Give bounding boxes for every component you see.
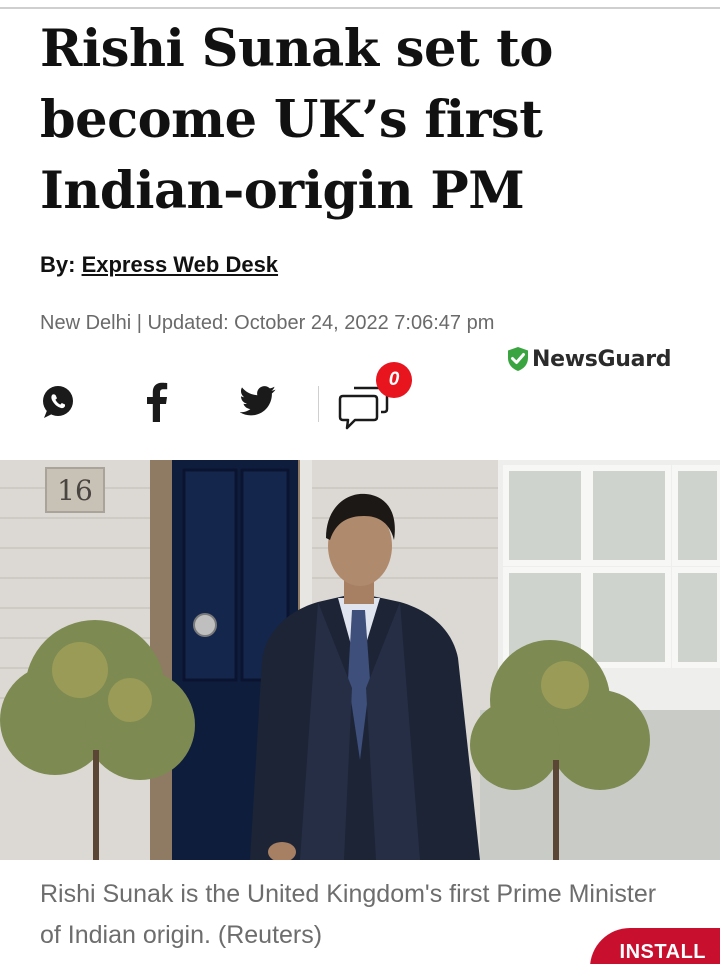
twitter-icon[interactable]	[240, 386, 276, 416]
article-headline: Rishi Sunak set to become UK’s first Ind…	[40, 19, 553, 221]
article-page: Rishi Sunak set to become UK’s first Ind…	[0, 0, 720, 964]
whatsapp-icon[interactable]	[40, 384, 76, 420]
byline-prefix: By:	[40, 252, 82, 277]
newsguard-badge[interactable]: NewsGuard	[507, 346, 672, 372]
shield-check-icon	[508, 347, 528, 371]
share-bar	[0, 370, 720, 434]
author-link[interactable]: Express Web Desk	[82, 252, 278, 277]
share-divider	[318, 386, 319, 422]
top-divider	[0, 7, 720, 9]
install-button[interactable]: INSTALL	[590, 928, 720, 964]
hero-photo: 16	[0, 460, 720, 860]
newsguard-label: NewsGuard	[532, 346, 672, 372]
byline: By: Express Web Desk	[40, 252, 278, 278]
dateline: New Delhi | Updated: October 24, 2022 7:…	[40, 312, 495, 334]
hero-photo-illustration: 16	[0, 460, 720, 860]
facebook-icon[interactable]	[146, 382, 168, 422]
photo-caption: Rishi Sunak is the United Kingdom's firs…	[40, 880, 657, 949]
house-number: 16	[57, 474, 93, 507]
comment-count-badge[interactable]: 0	[376, 362, 412, 398]
